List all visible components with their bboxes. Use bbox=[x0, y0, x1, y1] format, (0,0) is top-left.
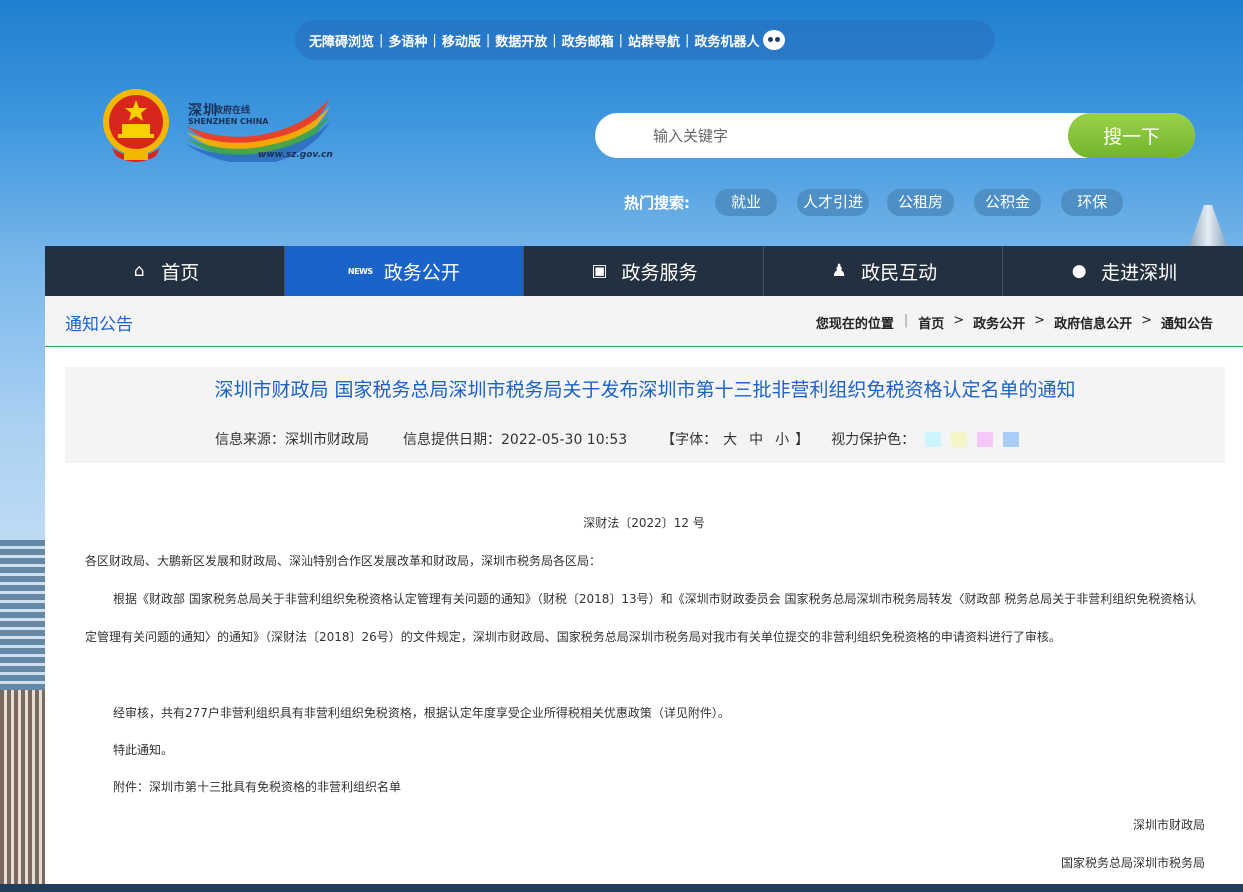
breadcrumb-home[interactable]: 首页 bbox=[918, 313, 944, 332]
nav-label: 首页 bbox=[161, 261, 200, 284]
nav-interaction[interactable]: ♟ 政民互动 bbox=[764, 246, 1004, 296]
paragraph: 根据《财政部 国家税务总局关于非营利组织免税资格认定管理有关问题的通知》（财税〔… bbox=[85, 592, 1197, 644]
article-header: 深圳市财政局 国家税务总局深圳市税务局关于发布深圳市第十三批非营利组织免税资格认… bbox=[65, 367, 1225, 463]
monitor-icon: ▣ bbox=[591, 261, 608, 281]
background-stadium bbox=[0, 690, 48, 892]
chat-icon: ● bbox=[1071, 261, 1087, 281]
font-size-small[interactable]: 小 bbox=[775, 429, 789, 449]
font-size-close: 】 bbox=[795, 432, 810, 448]
separator: | bbox=[685, 32, 690, 48]
font-size-medium[interactable]: 中 bbox=[749, 429, 763, 449]
separator: | bbox=[379, 32, 384, 48]
logo-subtitle: 政府在线 bbox=[214, 106, 251, 116]
font-size-large[interactable]: 大 bbox=[723, 429, 737, 449]
nav-gov-affairs[interactable]: NEWS 政务公开 bbox=[284, 246, 525, 296]
attachment-link[interactable]: 附件：深圳市第十三批具有免税资格的非营利组织名单 bbox=[85, 768, 1205, 806]
search-input[interactable] bbox=[653, 113, 1053, 158]
separator: | bbox=[432, 32, 437, 48]
article-meta: 信息来源：深圳市财政局 信息提供日期：2022-05-30 10:53 【字体：… bbox=[215, 429, 1020, 449]
search-box: 搜一下 bbox=[595, 113, 1195, 158]
search-button[interactable]: 搜一下 bbox=[1068, 113, 1195, 158]
home-icon: ⌂ bbox=[133, 261, 145, 281]
breadcrumb-gov-affairs[interactable]: 政务公开 bbox=[973, 313, 1025, 332]
news-icon: NEWS bbox=[347, 266, 373, 276]
breadcrumb: 您现在的位置 | 首页 > 政务公开 > 政府信息公开 > 通知公告 bbox=[816, 313, 1213, 332]
main-nav: ⌂ 首页 NEWS 政务公开 ▣ 政务服务 ♟ 政民互动 ● 走进深圳 bbox=[45, 246, 1243, 296]
signature-finance-bureau: 深圳市财政局 bbox=[1132, 818, 1205, 832]
accessibility-link[interactable]: 无障碍浏览 bbox=[309, 31, 374, 50]
gov-mail-link[interactable]: 政务邮箱 bbox=[562, 31, 614, 50]
hot-tag[interactable]: 公积金 bbox=[974, 189, 1042, 216]
paragraph: 特此通知。 bbox=[113, 743, 174, 757]
chevron-right-icon: > bbox=[1141, 313, 1152, 328]
separator: | bbox=[903, 313, 909, 328]
eye-color-blue[interactable] bbox=[1003, 431, 1020, 447]
chevron-right-icon: > bbox=[953, 313, 965, 328]
users-icon: ♟ bbox=[831, 261, 847, 281]
hot-tag[interactable]: 公租房 bbox=[887, 189, 955, 216]
recipients: 各区财政局、大鹏新区发展和财政局、深汕特别合作区发展改革和财政局，深圳市税务局各… bbox=[85, 554, 602, 568]
robot-icon[interactable] bbox=[763, 30, 786, 50]
open-data-link[interactable]: 数据开放 bbox=[495, 31, 547, 50]
hot-tag[interactable]: 就业 bbox=[715, 189, 778, 216]
hot-tag[interactable]: 人才引进 bbox=[797, 189, 870, 216]
nav-label: 政民互动 bbox=[861, 261, 938, 284]
hot-tag[interactable]: 环保 bbox=[1061, 189, 1124, 216]
nav-label: 政务服务 bbox=[621, 261, 698, 284]
gov-robot-link[interactable]: 政务机器人 bbox=[694, 31, 759, 50]
nav-label: 走进深圳 bbox=[1101, 261, 1178, 284]
separator: | bbox=[552, 32, 557, 48]
separator: | bbox=[485, 32, 491, 48]
eye-protect-label: 视力保护色： bbox=[831, 432, 916, 448]
bottom-strip bbox=[0, 884, 1243, 892]
logo-url: www.sz.gov.cn bbox=[258, 150, 333, 160]
paragraph: 经审核，共有277户非营利组织具有非营利组织免税资格，根据认定年度享受企业所得税… bbox=[113, 706, 730, 720]
chevron-right-icon: > bbox=[1034, 313, 1046, 328]
nav-about-shenzhen[interactable]: ● 走进深圳 bbox=[1003, 246, 1243, 296]
article-title: 深圳市财政局 国家税务总局深圳市税务局关于发布深圳市第十三批非营利组织免税资格认… bbox=[214, 379, 1076, 401]
eye-color-cyan[interactable] bbox=[925, 431, 942, 447]
nav-gov-services[interactable]: ▣ 政务服务 bbox=[524, 246, 764, 296]
nav-home[interactable]: ⌂ 首页 bbox=[45, 246, 285, 296]
section-title[interactable]: 通知公告 bbox=[65, 310, 133, 335]
signature-tax-bureau: 国家税务总局深圳市税务局 bbox=[1060, 856, 1205, 870]
hot-search-label: 热门搜索: bbox=[624, 194, 690, 212]
top-utility-links: 无障碍浏览 | 多语种 | 移动版 | 数据开放 | 政务邮箱 | 站群导航 |… bbox=[295, 20, 995, 60]
hot-search-tags: 就业 人才引进 公租房 公积金 环保 bbox=[715, 189, 1143, 216]
document-number: 深财法〔2022〕12 号 bbox=[583, 516, 705, 530]
breadcrumb-notices[interactable]: 通知公告 bbox=[1161, 313, 1213, 332]
article-date: 信息提供日期：2022-05-30 10:53 bbox=[403, 432, 628, 448]
multilingual-link[interactable]: 多语种 bbox=[388, 31, 427, 50]
national-emblem-icon[interactable] bbox=[98, 86, 174, 166]
location-label: 您现在的位置 bbox=[815, 317, 894, 332]
site-nav-link[interactable]: 站群导航 bbox=[628, 31, 680, 50]
content-panel: 通知公告 您现在的位置 | 首页 > 政务公开 > 政府信息公开 > 通知公告 … bbox=[45, 296, 1243, 884]
nav-label: 政务公开 bbox=[383, 261, 460, 284]
logo-english-name: SHENZHEN CHINA bbox=[188, 117, 269, 126]
breadcrumb-bar: 通知公告 您现在的位置 | 首页 > 政务公开 > 政府信息公开 > 通知公告 bbox=[45, 296, 1243, 347]
eye-color-pink[interactable] bbox=[977, 431, 994, 447]
breadcrumb-info-disclosure[interactable]: 政府信息公开 bbox=[1054, 313, 1132, 332]
font-size-label: 【字体： bbox=[661, 432, 718, 448]
article-source: 信息来源：深圳市财政局 bbox=[215, 432, 369, 448]
mobile-link[interactable]: 移动版 bbox=[442, 31, 481, 50]
separator: | bbox=[618, 32, 624, 48]
background-tower bbox=[1188, 205, 1228, 250]
eye-color-yellow[interactable] bbox=[951, 431, 968, 447]
